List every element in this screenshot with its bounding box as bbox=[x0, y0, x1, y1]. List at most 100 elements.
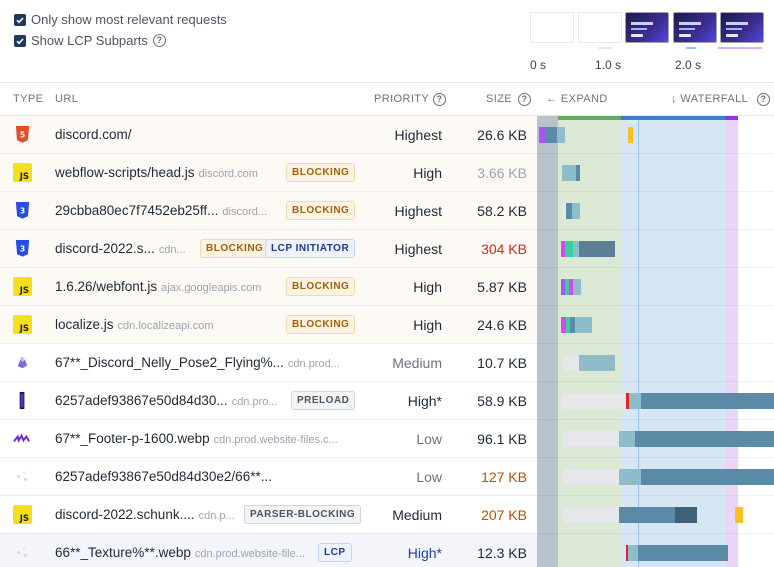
filmstrip-progress bbox=[598, 47, 612, 49]
waterfall-row[interactable] bbox=[537, 116, 774, 154]
request-url[interactable]: discord.com/ bbox=[55, 127, 132, 142]
arrow-down-icon: ↓ bbox=[671, 93, 677, 105]
request-host: discord.com bbox=[198, 168, 258, 180]
image-thumbnail-icon bbox=[13, 391, 32, 410]
waterfall-bar-segment bbox=[641, 469, 774, 485]
svg-text:JS: JS bbox=[19, 324, 29, 334]
request-priority: Low bbox=[416, 431, 442, 447]
request-url[interactable]: 66**_Texture%**.webp cdn.prod.website-fil… bbox=[55, 545, 305, 560]
waterfall-row[interactable] bbox=[537, 420, 774, 458]
lcp-subparts-help-icon[interactable]: ? bbox=[152, 34, 166, 47]
request-host: cdn... bbox=[158, 244, 186, 256]
request-row[interactable]: 6257adef93867e50d84d30e2/66**... Low 127 K… bbox=[0, 458, 537, 496]
request-row[interactable]: JS discord-2022.schunk.... cdn.p... PARSER-… bbox=[0, 496, 537, 534]
waterfall-bar-segment bbox=[735, 507, 743, 523]
css-file-icon: 3 bbox=[13, 201, 32, 220]
svg-text:JS: JS bbox=[19, 172, 29, 182]
request-size: 5.87 KB bbox=[477, 279, 527, 295]
waterfall-bar-segment bbox=[565, 241, 573, 257]
waterfall-bar-segment bbox=[563, 469, 619, 485]
request-url-path: discord.com/ bbox=[55, 127, 132, 142]
priority-help-icon[interactable]: ? bbox=[433, 93, 446, 106]
request-url-path: 6257adef93867e50d84d30... bbox=[55, 393, 228, 408]
request-row[interactable]: JS webflow-scripts/head.js discord.com BLOC… bbox=[0, 154, 537, 192]
request-url[interactable]: localize.js cdn.localizeapi.com bbox=[55, 317, 214, 332]
request-badge: PRELOAD bbox=[291, 391, 356, 410]
request-row[interactable]: 5 discord.com/Highest 26.6 KB bbox=[0, 116, 537, 154]
request-size: 96.1 KB bbox=[477, 431, 527, 447]
request-row[interactable]: 6257adef93867e50d84d30... cdn.pro... PRELO… bbox=[0, 382, 537, 420]
request-row[interactable]: JS 1.6.26/webfont.js ajax.googleapis.com BL… bbox=[0, 268, 537, 306]
waterfall-row[interactable] bbox=[537, 154, 774, 192]
request-row[interactable]: 66**_Texture%**.webp cdn.prod.website-fil… bbox=[0, 534, 537, 567]
request-row[interactable]: 3 29cbba80ec7f7452eb25ff... discord... BLOC… bbox=[0, 192, 537, 230]
request-badge: BLOCKING bbox=[286, 163, 356, 182]
lcp-subparts-label: Show LCP Subparts bbox=[31, 33, 148, 48]
request-host: ajax.googleapis.com bbox=[161, 282, 262, 294]
request-url-path: webflow-scripts/head.js bbox=[55, 165, 195, 180]
url-column-header[interactable]: URL bbox=[55, 93, 78, 105]
filmstrip-progress bbox=[686, 47, 696, 49]
request-url[interactable]: 67**_Footer-p-1600.webp cdn.prod.website-… bbox=[55, 431, 338, 446]
waterfall-row[interactable] bbox=[537, 268, 774, 306]
waterfall-bar-segment bbox=[580, 317, 592, 333]
waterfall-chart bbox=[537, 116, 774, 567]
type-column-header[interactable]: TYPE bbox=[13, 93, 43, 105]
js-file-icon: JS bbox=[13, 505, 32, 524]
relevant-requests-checkbox[interactable] bbox=[14, 13, 26, 26]
waterfall-bar-segment bbox=[619, 431, 635, 447]
request-size: 26.6 KB bbox=[477, 127, 527, 143]
waterfall-row[interactable] bbox=[537, 230, 774, 268]
size-column-header[interactable]: SIZE bbox=[486, 93, 512, 105]
request-size: 10.7 KB bbox=[477, 355, 527, 371]
options-panel: Only show most relevant requests Show LC… bbox=[14, 9, 227, 51]
waterfall-row[interactable] bbox=[537, 496, 774, 534]
request-row[interactable]: JS localize.js cdn.localizeapi.com BLOCKING… bbox=[0, 306, 537, 344]
request-url[interactable]: 29cbba80ec7f7452eb25ff... discord... bbox=[55, 203, 267, 218]
request-url-path: 67**_Discord_Nelly_Pose2_Flying%... bbox=[55, 355, 284, 370]
request-priority: High bbox=[413, 165, 442, 181]
filmstrip-frame[interactable] bbox=[720, 12, 764, 43]
request-priority: Highest bbox=[394, 127, 442, 143]
waterfall-bar-segment bbox=[576, 165, 580, 181]
waterfall-row[interactable] bbox=[537, 382, 774, 420]
request-priority: Highest bbox=[394, 241, 442, 257]
request-url[interactable]: 67**_Discord_Nelly_Pose2_Flying%... cdn.p… bbox=[55, 355, 340, 370]
waterfall-column-header[interactable]: ↓ WATERFALL bbox=[671, 93, 748, 105]
waterfall-row[interactable] bbox=[537, 458, 774, 496]
request-row[interactable]: 67**_Footer-p-1600.webp cdn.prod.website-… bbox=[0, 420, 537, 458]
filmstrip-frame[interactable] bbox=[578, 12, 622, 43]
size-help-icon[interactable]: ? bbox=[518, 93, 531, 106]
arrow-left-icon: ← bbox=[546, 93, 558, 105]
relevant-requests-option[interactable]: Only show most relevant requests bbox=[14, 9, 227, 30]
expand-button[interactable]: ← EXPAND bbox=[546, 93, 608, 105]
lcp-subparts-checkbox[interactable] bbox=[14, 34, 26, 47]
image-thumbnail-icon bbox=[13, 353, 32, 372]
filmstrip-frame[interactable] bbox=[625, 12, 669, 43]
filmstrip-frame[interactable] bbox=[673, 12, 717, 43]
request-url-path: 6257adef93867e50d84d30e2/66**... bbox=[55, 469, 272, 484]
waterfall-row[interactable] bbox=[537, 306, 774, 344]
request-url[interactable]: 6257adef93867e50d84d30... cdn.pro... bbox=[55, 393, 278, 408]
request-host: cdn.p... bbox=[198, 510, 235, 522]
waterfall-row[interactable] bbox=[537, 192, 774, 230]
request-row[interactable]: 67**_Discord_Nelly_Pose2_Flying%... cdn.p… bbox=[0, 344, 537, 382]
lcp-subparts-option[interactable]: Show LCP Subparts ? bbox=[14, 30, 227, 51]
request-url[interactable]: discord-2022.schunk.... cdn.p... bbox=[55, 507, 235, 522]
waterfall-bar-segment bbox=[638, 545, 728, 561]
filmstrip-frame[interactable] bbox=[530, 12, 574, 43]
image-thumbnail-icon bbox=[13, 429, 32, 448]
waterfall-row[interactable] bbox=[537, 344, 774, 382]
request-url[interactable]: 1.6.26/webfont.js ajax.googleapis.com bbox=[55, 279, 261, 294]
request-host: cdn.prod.website-files.c... bbox=[213, 434, 338, 446]
priority-column-header[interactable]: PRIORITY bbox=[374, 93, 429, 105]
svg-text:3: 3 bbox=[20, 244, 25, 253]
request-url-path: discord-2022.s... bbox=[55, 241, 155, 256]
request-url[interactable]: webflow-scripts/head.js discord.com bbox=[55, 165, 258, 180]
waterfall-help-icon[interactable]: ? bbox=[757, 93, 770, 106]
request-url[interactable]: discord-2022.s... cdn... bbox=[55, 241, 186, 256]
request-url[interactable]: 6257adef93867e50d84d30e2/66**... bbox=[55, 469, 272, 484]
request-size: 24.6 KB bbox=[477, 317, 527, 333]
request-row[interactable]: 3 discord-2022.s... cdn... BLOCKING LCP INIT… bbox=[0, 230, 537, 268]
waterfall-row[interactable] bbox=[537, 534, 774, 567]
